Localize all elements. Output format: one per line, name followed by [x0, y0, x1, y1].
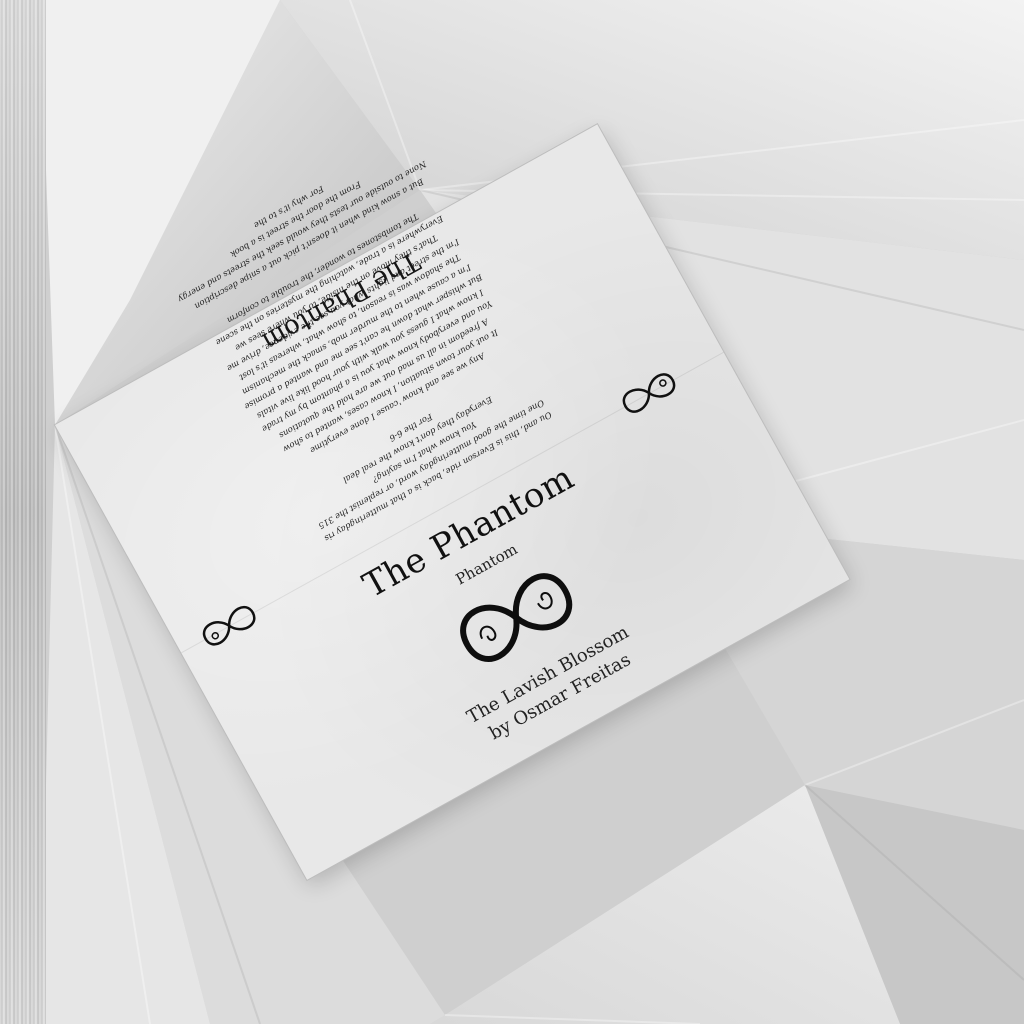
book-spine-strip [0, 0, 46, 1024]
